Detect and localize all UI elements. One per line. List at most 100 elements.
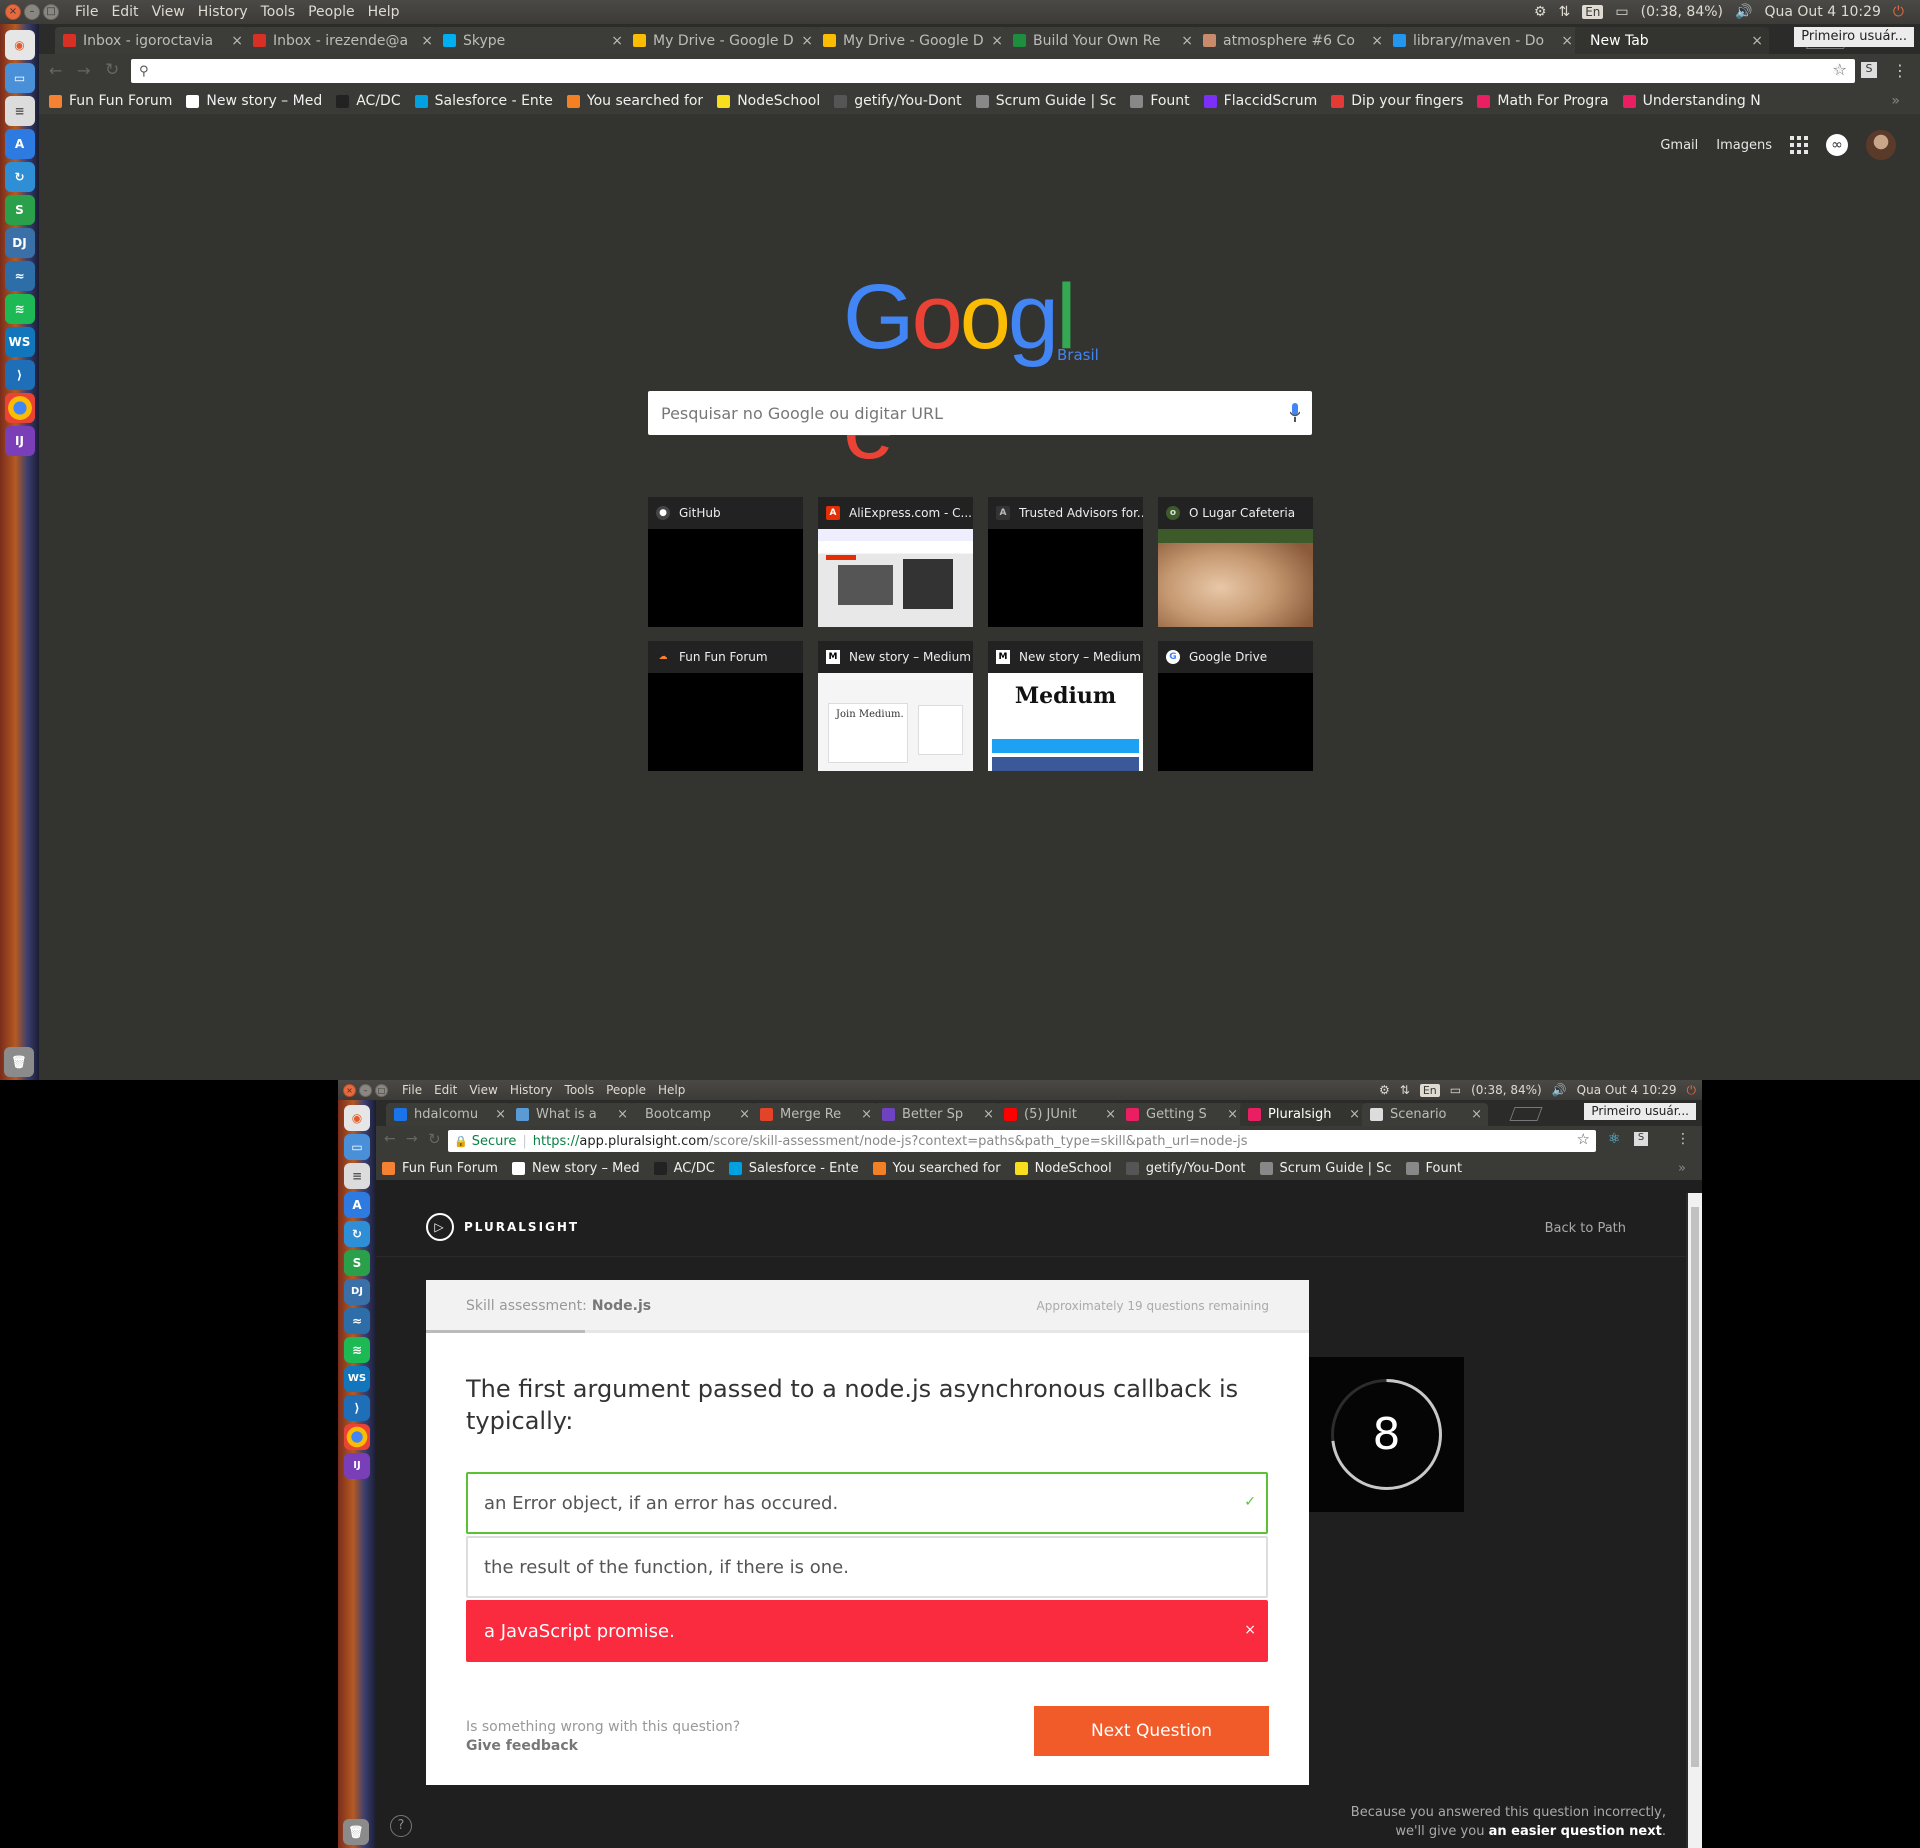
launcher-chrome-icon[interactable]	[344, 1424, 370, 1450]
profile-button[interactable]: Primeiro usuár...	[1584, 1103, 1696, 1120]
battery-icon[interactable]: ▭	[1450, 1083, 1461, 1097]
menu-history[interactable]: History	[510, 1083, 553, 1097]
menu-edit[interactable]: Edit	[434, 1083, 457, 1097]
launcher-text-editor-icon[interactable]: ≡	[4, 96, 35, 126]
avatar[interactable]	[1866, 130, 1896, 160]
keyboard-layout-indicator[interactable]: En	[1582, 5, 1604, 19]
reload-icon[interactable]: ↻	[105, 60, 119, 80]
tab-item[interactable]: Getting S ×	[1118, 1103, 1244, 1126]
tab-close-icon[interactable]: ×	[991, 33, 1003, 49]
maximize-window-button[interactable]: □	[43, 4, 59, 20]
tab-close-icon[interactable]: ×	[421, 33, 433, 49]
launcher-dash-icon[interactable]: ◉	[344, 1105, 370, 1131]
launcher-files-icon[interactable]: ▭	[344, 1134, 370, 1160]
launcher-docker-icon[interactable]: ≈	[344, 1308, 370, 1334]
power-icon[interactable]: ⏻	[1893, 4, 1904, 20]
tab-close-icon[interactable]: ×	[801, 33, 813, 49]
menu-help[interactable]: Help	[658, 1083, 685, 1097]
bookmark-item[interactable]: getify/You-Dont	[834, 93, 962, 109]
tab-active[interactable]: Pluralsigh ×	[1240, 1103, 1366, 1126]
most-visited-tile-fun-fun-forum[interactable]: ☁ Fun Fun Forum	[648, 641, 803, 771]
tab-item[interactable]: Bootcamp ×	[630, 1103, 756, 1126]
most-visited-tile-google-drive[interactable]: G Google Drive	[1158, 641, 1313, 771]
bookmark-item[interactable]: Fun Fun Forum	[382, 1161, 498, 1176]
more-bookmarks-icon[interactable]: »	[1678, 1161, 1686, 1176]
most-visited-tile-medium-1[interactable]: M New story – Medium Join Medium.	[818, 641, 973, 771]
launcher-ide-icon[interactable]: DJ	[4, 228, 35, 258]
launcher-spotify-icon[interactable]: ≋	[4, 294, 35, 324]
tab-close-icon[interactable]: ×	[1105, 1107, 1116, 1122]
clock[interactable]: Qua Out 4 10:29	[1577, 1083, 1677, 1097]
tab-close-icon[interactable]: ×	[1561, 33, 1573, 49]
launcher-webstorm-icon[interactable]: WS	[4, 327, 35, 357]
tab-item[interactable]: Skype ×	[435, 27, 629, 54]
extension-react-icon[interactable]: ⚛	[1608, 1131, 1621, 1147]
tab-active[interactable]: New Tab ×	[1575, 27, 1769, 54]
battery-icon[interactable]: ▭	[1615, 4, 1628, 20]
most-visited-tile-github[interactable]: ● GitHub	[648, 497, 803, 627]
battery-status[interactable]: (0:38, 84%)	[1471, 1083, 1542, 1097]
bookmark-item[interactable]: You searched for	[872, 1161, 1001, 1176]
launcher-update-icon[interactable]: ↻	[344, 1221, 370, 1247]
help-icon[interactable]: ?	[390, 1815, 412, 1837]
launcher-update-icon[interactable]: ↻	[4, 162, 35, 192]
menu-tools[interactable]: Tools	[565, 1083, 595, 1097]
address-bar[interactable]: 🔒 Secure | https:// app.pluralsight.com …	[448, 1130, 1596, 1152]
tab-close-icon[interactable]: ×	[739, 1107, 750, 1122]
minimize-window-button[interactable]: –	[359, 1083, 372, 1097]
page-scrollbar[interactable]	[1688, 1193, 1702, 1848]
answer-option-wrong[interactable]: a JavaScript promise. ×	[466, 1600, 1268, 1662]
bookmark-item[interactable]: Dip your fingers	[1331, 93, 1463, 109]
bookmark-item[interactable]: Salesforce - Ente	[414, 93, 553, 109]
forward-icon[interactable]: →	[406, 1131, 418, 1147]
maximize-window-button[interactable]: □	[375, 1083, 388, 1097]
bookmark-item[interactable]: New story – Med	[186, 93, 322, 109]
bookmark-item[interactable]: You searched for	[566, 93, 703, 109]
close-window-button[interactable]: ×	[5, 4, 21, 20]
clock[interactable]: Qua Out 4 10:29	[1764, 4, 1880, 20]
menu-view[interactable]: View	[469, 1083, 497, 1097]
network-tray-icon[interactable]: ⇅	[1558, 4, 1570, 20]
microphone-icon[interactable]	[1290, 403, 1300, 423]
back-to-path-link[interactable]: Back to Path	[1545, 1221, 1626, 1236]
network-tray-icon[interactable]: ⇅	[1400, 1083, 1410, 1097]
bookmark-item[interactable]: Math For Progra	[1477, 93, 1609, 109]
new-tab-button[interactable]	[1509, 1107, 1543, 1121]
profile-button[interactable]: Primeiro usuár...	[1794, 27, 1914, 47]
address-bar[interactable]: ⚲ ☆	[131, 59, 1855, 83]
bookmark-item[interactable]: AC/DC	[336, 93, 401, 109]
tab-item[interactable]: My Drive - Google D ×	[815, 27, 1009, 54]
launcher-trash-icon[interactable]: 🗑	[343, 1819, 369, 1845]
tab-close-icon[interactable]: ×	[1227, 1107, 1238, 1122]
launcher-docker-icon[interactable]: ≈	[4, 261, 35, 291]
bookmark-item[interactable]: FlaccidScrum	[1203, 93, 1317, 109]
launcher-chrome-icon[interactable]	[4, 393, 35, 423]
tab-item[interactable]: Scenario ×	[1362, 1103, 1488, 1126]
bookmark-item[interactable]: Scrum Guide | Sc	[975, 93, 1116, 109]
tab-item[interactable]: Build Your Own Re ×	[1005, 27, 1199, 54]
menu-people[interactable]: People	[606, 1083, 646, 1097]
tab-close-icon[interactable]: ×	[1371, 33, 1383, 49]
tab-close-icon[interactable]: ×	[1471, 1107, 1482, 1122]
menu-edit[interactable]: Edit	[111, 4, 138, 20]
infinity-icon[interactable]: ∞	[1826, 134, 1848, 156]
next-question-button[interactable]: Next Question	[1034, 1706, 1269, 1756]
launcher-files-icon[interactable]: ▭	[4, 63, 35, 93]
power-icon[interactable]: ⏻	[1687, 1083, 1697, 1098]
tab-item[interactable]: (5) JUnit ×	[996, 1103, 1122, 1126]
tab-close-icon[interactable]: ×	[861, 1107, 872, 1122]
launcher-spotify-icon[interactable]: ≋	[344, 1337, 370, 1363]
bookmark-item[interactable]: Scrum Guide | Sc	[1259, 1161, 1392, 1176]
bookmark-item[interactable]: Fun Fun Forum	[49, 93, 172, 109]
most-visited-tile-o-lugar[interactable]: o O Lugar Cafeteria	[1158, 497, 1313, 627]
back-icon[interactable]: ←	[49, 61, 62, 80]
tab-item[interactable]: My Drive - Google D ×	[625, 27, 819, 54]
tab-close-icon[interactable]: ×	[611, 33, 623, 49]
launcher-webstorm-icon[interactable]: WS	[344, 1366, 370, 1392]
launcher-trash-icon[interactable]: 🗑	[4, 1047, 34, 1077]
tab-close-icon[interactable]: ×	[617, 1107, 628, 1122]
launcher-ide-icon[interactable]: DJ	[344, 1279, 370, 1305]
bookmark-item[interactable]: NodeSchool	[1014, 1161, 1112, 1176]
settings-tray-icon[interactable]: ⚙	[1379, 1083, 1390, 1097]
chrome-menu-icon[interactable]: ⋮	[1676, 1131, 1690, 1147]
